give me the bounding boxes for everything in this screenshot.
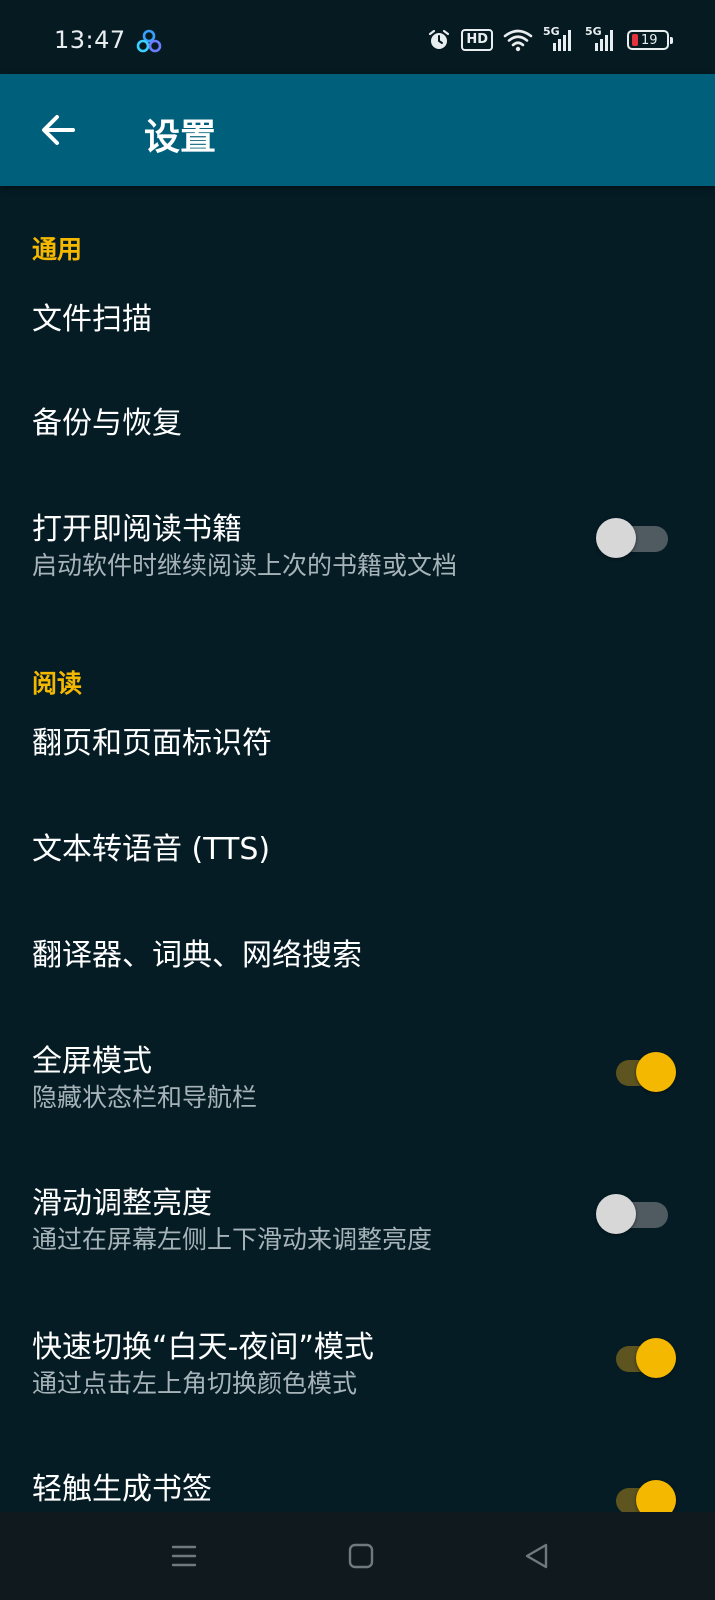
setting-subtitle: 隐藏状态栏和导航栏 <box>32 1083 258 1112</box>
setting-title: 打开即阅读书籍 <box>32 512 242 547</box>
arrow-left-icon <box>42 115 75 145</box>
app-bar: 设置 <box>0 74 715 186</box>
toggle-tap-bookmark[interactable] <box>612 1476 676 1520</box>
toggle-thumb <box>636 1052 676 1092</box>
section-header-general: 通用 <box>32 235 83 264</box>
section-header-reading: 阅读 <box>32 669 83 698</box>
setting-title: 文件扫描 <box>32 302 152 337</box>
setting-open-reading[interactable]: 打开即阅读书籍 启动软件时继续阅读上次的书籍或文档 <box>0 484 715 608</box>
signal-5g-icon: 5G <box>585 25 617 53</box>
wifi-icon <box>503 29 533 52</box>
toggle-day-night-switch[interactable] <box>612 1334 676 1378</box>
network-label: 5G <box>543 25 560 38</box>
network-label: 5G <box>585 25 602 38</box>
setting-subtitle: 通过在屏幕左侧上下滑动来调整亮度 <box>32 1225 433 1254</box>
back-button[interactable] <box>28 100 88 160</box>
home-square-icon <box>348 1543 374 1569</box>
home-button[interactable] <box>339 1534 383 1578</box>
setting-title: 翻页和页面标识符 <box>32 726 272 761</box>
back-triangle-icon <box>525 1543 548 1569</box>
setting-swipe-brightness[interactable]: 滑动调整亮度 通过在屏幕左侧上下滑动来调整亮度 <box>0 1168 715 1312</box>
toggle-open-reading[interactable] <box>596 514 668 558</box>
hd-icon: HD <box>461 29 493 51</box>
page-title: 设置 <box>144 117 217 158</box>
setting-title: 文本转语音 (TTS) <box>32 832 271 867</box>
app-icon <box>136 29 162 53</box>
menu-button[interactable] <box>162 1534 206 1578</box>
setting-title: 滑动调整亮度 <box>32 1186 212 1221</box>
setting-subtitle: 启动软件时继续阅读上次的书籍或文档 <box>32 551 458 580</box>
battery-fill <box>632 34 638 46</box>
setting-backup-restore[interactable]: 备份与恢复 <box>0 378 715 484</box>
toggle-thumb <box>596 518 636 558</box>
setting-subtitle: 通过点击左上角切换颜色模式 <box>32 1369 358 1398</box>
setting-title: 备份与恢复 <box>32 406 182 441</box>
back-nav-button[interactable] <box>515 1534 559 1578</box>
status-time: 13:47 <box>54 26 126 54</box>
setting-title: 翻译器、词典、网络搜索 <box>32 938 362 973</box>
setting-day-night-switch[interactable]: 快速切换“白天-夜间”模式 通过点击左上角切换颜色模式 <box>0 1312 715 1454</box>
toggle-swipe-brightness[interactable] <box>596 1190 668 1234</box>
setting-translator[interactable]: 翻译器、词典、网络搜索 <box>0 920 715 1026</box>
signal-5g-icon: 5G <box>543 25 575 53</box>
setting-page-turning[interactable]: 翻页和页面标识符 <box>0 708 715 814</box>
setting-file-scan[interactable]: 文件扫描 <box>0 272 715 378</box>
setting-tts[interactable]: 文本转语音 (TTS) <box>0 814 715 920</box>
menu-icon <box>171 1545 197 1567</box>
setting-fullscreen[interactable]: 全屏模式 隐藏状态栏和导航栏 <box>0 1026 715 1168</box>
alarm-icon <box>429 29 450 49</box>
system-nav-bar <box>0 1512 715 1600</box>
status-bar: 13:47 HD 5G 5G 19 <box>0 0 715 74</box>
toggle-fullscreen[interactable] <box>612 1048 676 1092</box>
setting-title: 全屏模式 <box>32 1044 152 1079</box>
setting-title: 轻触生成书签 <box>32 1472 212 1507</box>
battery-icon: 19 <box>627 30 673 50</box>
status-icons: HD 5G 5G 19 <box>427 25 673 54</box>
setting-title: 快速切换“白天-夜间”模式 <box>32 1330 374 1365</box>
settings-screen: 13:47 HD 5G 5G 19 设置 通用 文件扫描 备份与恢复 打开即阅读… <box>0 0 715 1600</box>
toggle-thumb <box>596 1194 636 1234</box>
toggle-thumb <box>636 1338 676 1378</box>
battery-level: 19 <box>641 32 658 48</box>
